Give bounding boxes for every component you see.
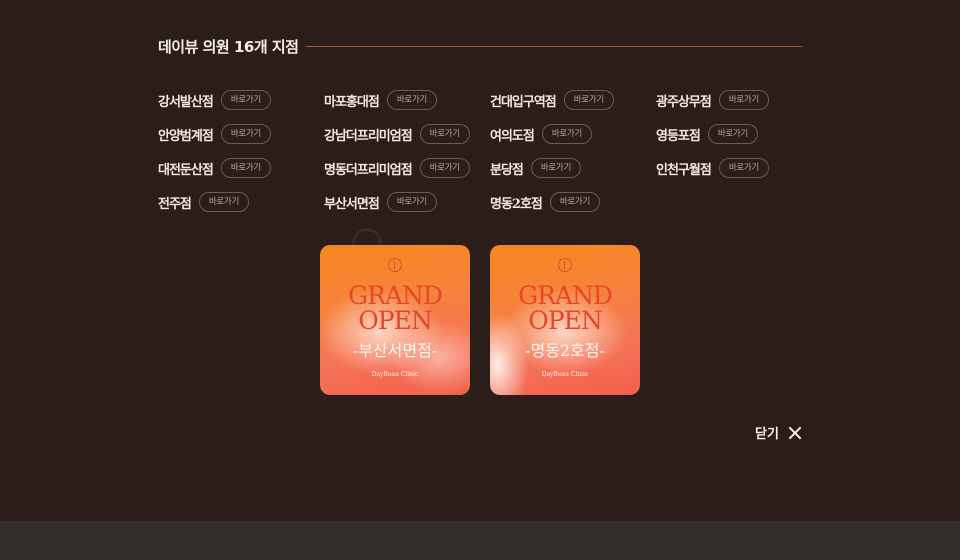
title-divider xyxy=(306,45,802,47)
branch-item: 부산서면점 바로가기 xyxy=(324,190,437,214)
branch-item: 강서발산점 바로가기 xyxy=(158,88,271,112)
branch-row: 대전둔산점 바로가기 명동더프리미엄점 바로가기 분당점 바로가기 인천구월점 … xyxy=(158,156,802,190)
grand-open-card[interactable]: GRAND OPEN -부산서면점- DayBeau Clinic xyxy=(320,245,470,395)
goto-button[interactable]: 바로가기 xyxy=(541,124,592,144)
card-branch-name: -명동2호점- xyxy=(525,341,605,360)
branch-name: 전주점 xyxy=(158,196,192,212)
branch-row: 안양범계점 바로가기 강남더프리미엄점 바로가기 여의도점 바로가기 영등포점 … xyxy=(158,122,802,156)
goto-button[interactable]: 바로가기 xyxy=(718,158,769,178)
goto-button[interactable]: 바로가기 xyxy=(386,90,437,110)
goto-button[interactable]: 바로가기 xyxy=(549,192,600,212)
branch-name: 강서발산점 xyxy=(158,94,214,110)
goto-button[interactable]: 바로가기 xyxy=(707,124,758,144)
clinic-logo-icon xyxy=(388,258,402,272)
card-brand: DayBeau Clinic xyxy=(541,371,589,378)
branch-name: 영등포점 xyxy=(656,128,701,144)
branch-name: 분당점 xyxy=(490,162,524,178)
branch-row: 전주점 바로가기 부산서면점 바로가기 명동2호점 바로가기 xyxy=(158,190,802,224)
goto-button[interactable]: 바로가기 xyxy=(386,192,437,212)
card-headline-line: GRAND xyxy=(518,281,613,310)
branch-item: 건대입구역점 바로가기 xyxy=(490,88,614,112)
branch-name: 여의도점 xyxy=(490,128,535,144)
branch-item: 강남더프리미엄점 바로가기 xyxy=(324,122,470,146)
clinic-logo-icon xyxy=(558,258,572,272)
panel-header: 데이뷰 의원 16개 지점 xyxy=(158,34,802,58)
branch-name: 명동더프리미엄점 xyxy=(324,162,413,178)
card-headline-line: OPEN xyxy=(528,306,602,335)
close-label: 닫기 xyxy=(755,427,779,442)
goto-button[interactable]: 바로가기 xyxy=(563,90,614,110)
branch-name: 광주상무점 xyxy=(656,94,712,110)
branch-name: 강남더프리미엄점 xyxy=(324,128,413,144)
goto-button[interactable]: 바로가기 xyxy=(530,158,581,178)
branch-name: 대전둔산점 xyxy=(158,162,214,178)
branch-name: 부산서면점 xyxy=(324,196,380,212)
branch-item: 명동더프리미엄점 바로가기 xyxy=(324,156,470,180)
branch-item: 대전둔산점 바로가기 xyxy=(158,156,271,180)
branch-item: 안양범계점 바로가기 xyxy=(158,122,271,146)
branch-item: 분당점 바로가기 xyxy=(490,156,581,180)
branch-name: 명동2호점 xyxy=(490,196,543,212)
goto-button[interactable]: 바로가기 xyxy=(198,192,249,212)
card-headline-line: GRAND xyxy=(348,281,443,310)
branch-item: 전주점 바로가기 xyxy=(158,190,249,214)
close-icon xyxy=(788,426,802,440)
card-headline-line: OPEN xyxy=(358,306,432,335)
card-headline: GRAND OPEN xyxy=(320,283,470,333)
card-branch-name: -부산서면점- xyxy=(352,341,438,360)
branch-row: 강서발산점 바로가기 마포홍대점 바로가기 건대입구역점 바로가기 광주상무점 … xyxy=(158,88,802,122)
goto-button[interactable]: 바로가기 xyxy=(419,124,470,144)
goto-button[interactable]: 바로가기 xyxy=(220,90,271,110)
branch-name: 안양범계점 xyxy=(158,128,214,144)
goto-button[interactable]: 바로가기 xyxy=(220,124,271,144)
branch-item: 인천구월점 바로가기 xyxy=(656,156,769,180)
branch-name: 인천구월점 xyxy=(656,162,712,178)
footer-strip xyxy=(0,521,960,560)
panel-title: 데이뷰 의원 16개 지점 xyxy=(158,37,299,56)
card-headline: GRAND OPEN xyxy=(490,283,640,333)
card-brand: DayBeau Clinic xyxy=(371,371,419,378)
goto-button[interactable]: 바로가기 xyxy=(220,158,271,178)
goto-button[interactable]: 바로가기 xyxy=(718,90,769,110)
branch-item: 광주상무점 바로가기 xyxy=(656,88,769,112)
branch-item: 영등포점 바로가기 xyxy=(656,122,758,146)
branch-item: 명동2호점 바로가기 xyxy=(490,190,600,214)
branch-item: 여의도점 바로가기 xyxy=(490,122,592,146)
close-button[interactable]: 닫기 xyxy=(755,423,802,442)
branch-name: 건대입구역점 xyxy=(490,94,557,110)
grand-open-card[interactable]: GRAND OPEN -명동2호점- DayBeau Clinic xyxy=(490,245,640,395)
branch-grid: 강서발산점 바로가기 마포홍대점 바로가기 건대입구역점 바로가기 광주상무점 … xyxy=(158,88,802,224)
branch-item: 마포홍대점 바로가기 xyxy=(324,88,437,112)
branch-name: 마포홍대점 xyxy=(324,94,380,110)
branch-list-panel: 데이뷰 의원 16개 지점 강서발산점 바로가기 마포홍대점 바로가기 건대입구… xyxy=(0,0,960,521)
goto-button[interactable]: 바로가기 xyxy=(419,158,470,178)
